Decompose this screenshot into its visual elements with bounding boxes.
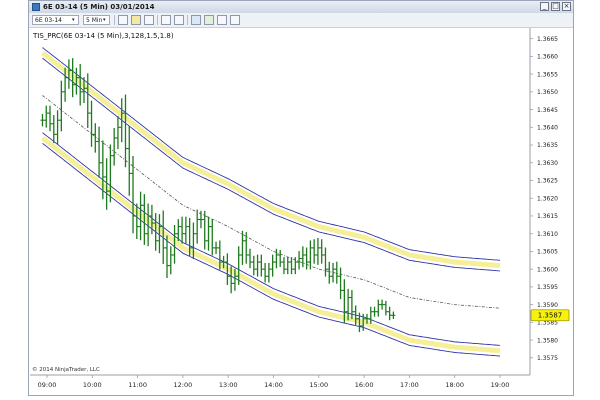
price-tick-label: 1.3640 — [537, 124, 558, 131]
ohlc-bar — [300, 246, 305, 268]
ohlc-bar — [368, 306, 373, 324]
regression-channel — [40, 47, 501, 357]
ohlc-bar — [263, 262, 268, 283]
time-tick-label: 11:00 — [128, 381, 147, 389]
ohlc-bar — [112, 128, 117, 166]
price-tick-label: 1.3590 — [537, 302, 558, 309]
ohlc-bar — [315, 237, 320, 265]
lower-band-outer-line — [42, 142, 501, 357]
ohlc-bar — [255, 254, 260, 277]
ohlc-bar — [180, 216, 185, 244]
lower-band-inner-line — [42, 132, 501, 346]
ohlc-bar — [323, 247, 328, 277]
price-tick-label: 1.3645 — [537, 107, 558, 114]
ohlc-bar — [327, 261, 332, 284]
price-tick-label: 1.3635 — [537, 142, 558, 149]
ohlc-bar — [346, 288, 351, 321]
ohlc-bar — [380, 299, 385, 310]
ohlc-bar — [376, 299, 381, 317]
ohlc-bar — [383, 300, 388, 316]
ohlc-bar — [127, 126, 132, 196]
ohlc-bar — [168, 246, 173, 275]
indicator-label: TIS_PRC(6E 03-14 (5 Min),3,128,1.5,1.8) — [32, 32, 174, 40]
ohlc-bar — [308, 240, 313, 270]
ohlc-bar — [319, 239, 324, 264]
upper-band-outer-line — [42, 47, 501, 261]
upper-band-fill — [40, 50, 501, 269]
time-tick-label: 10:00 — [83, 381, 102, 389]
ohlc-bar — [183, 216, 188, 244]
ohlc-bar — [270, 254, 275, 277]
ohlc-bar — [372, 306, 377, 317]
ohlc-bar — [214, 241, 219, 255]
time-tick-label: 18:00 — [445, 381, 464, 389]
price-tick-label: 1.3575 — [537, 355, 558, 362]
ohlc-bar — [93, 123, 98, 153]
ohlc-bar — [289, 257, 294, 275]
time-tick-label: 13:00 — [219, 381, 238, 389]
time-tick-label: 16:00 — [355, 381, 374, 389]
ohlc-bar — [44, 105, 49, 128]
last-price-marker: 1.3587 — [530, 309, 570, 322]
ohlc-bar — [281, 257, 286, 275]
ohlc-bar — [297, 251, 302, 270]
ohlc-bar — [259, 254, 264, 277]
ohlc-bar — [248, 248, 253, 269]
ohlc-bar — [312, 239, 317, 264]
upper-band-inner-line — [42, 57, 501, 272]
ohlc-bar — [206, 216, 211, 251]
ohlc-bar — [278, 250, 283, 268]
price-tick-label: 1.3630 — [537, 160, 558, 167]
price-tick-label: 1.3620 — [537, 195, 558, 202]
price-tick-label: 1.3615 — [537, 213, 558, 220]
ohlc-bar — [251, 255, 256, 276]
time-tick-label: 14:00 — [264, 381, 283, 389]
price-tick-label: 1.3660 — [537, 54, 558, 61]
ohlc-bar — [266, 262, 271, 283]
ohlc-bar — [285, 257, 290, 275]
time-tick-label: 15:00 — [309, 381, 328, 389]
copyright-text: © 2014 NinjaTrader, LLC — [32, 366, 100, 373]
ohlc-bar — [100, 140, 105, 200]
price-tick-label: 1.3600 — [537, 266, 558, 273]
time-tick-label: 19:00 — [491, 381, 510, 389]
ohlc-bar — [123, 94, 128, 168]
price-tick-label: 1.3650 — [537, 89, 558, 96]
ohlc-bar — [210, 219, 215, 256]
ohlc-bar — [387, 306, 392, 321]
ohlc-bar — [59, 80, 64, 132]
time-axis: 09:00 10:00 11:00 12:00 13:00 14:00 15:00 16:00… — [38, 375, 510, 389]
time-tick-label: 17:00 — [400, 381, 419, 389]
price-chart[interactable]: 1.35751.35801.35851.35901.35951.36001.36… — [0, 0, 600, 400]
ohlc-bar — [97, 126, 102, 178]
ohlc-bar — [55, 110, 60, 145]
time-tick-label: 12:00 — [174, 381, 193, 389]
time-tick-label: 09:00 — [38, 381, 57, 389]
ohlc-bars — [40, 58, 396, 333]
price-tick-label: 1.3655 — [537, 71, 558, 78]
ohlc-bar — [51, 115, 56, 144]
lower-band-fill — [40, 135, 501, 354]
price-tick-label: 1.3605 — [537, 249, 558, 256]
ohlc-bar — [391, 311, 396, 319]
last-price-value: 1.3587 — [538, 312, 563, 320]
ohlc-bar — [115, 116, 120, 150]
ohlc-bar — [304, 247, 309, 270]
price-tick-label: 1.3665 — [537, 36, 558, 43]
ohlc-bar — [89, 100, 94, 147]
price-tick-label: 1.3610 — [537, 231, 558, 238]
ohlc-bar — [338, 267, 343, 300]
ohlc-bar — [119, 98, 124, 143]
price-tick-label: 1.3625 — [537, 178, 558, 185]
ohlc-bar — [48, 105, 53, 132]
ohlc-bar — [40, 114, 45, 127]
ohlc-bar — [195, 209, 200, 244]
channel-midline — [42, 95, 501, 309]
price-tick-label: 1.3595 — [537, 284, 558, 291]
ohlc-bar — [153, 213, 158, 251]
price-tick-label: 1.3580 — [537, 337, 558, 344]
ohlc-bar — [240, 230, 245, 265]
